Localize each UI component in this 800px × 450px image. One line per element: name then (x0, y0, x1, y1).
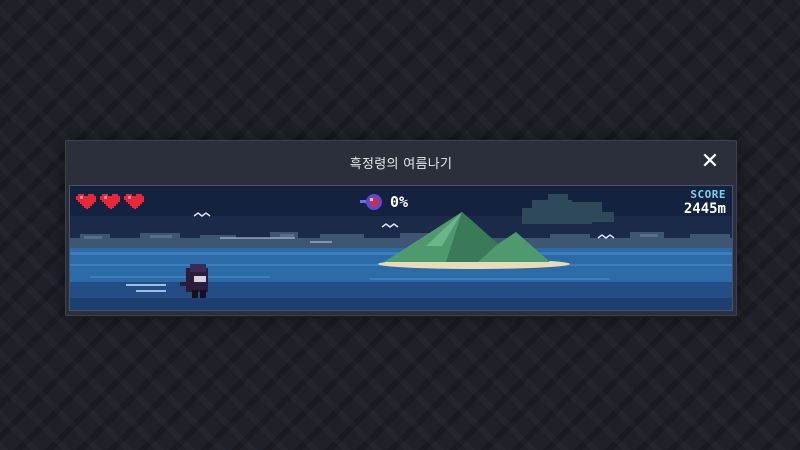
progress-percent: 0% (390, 193, 409, 211)
progress-display: 0% (358, 192, 408, 212)
score-display: SCORE 2445m (684, 188, 726, 217)
close-button[interactable]: ✕ (698, 150, 722, 174)
modal-title: 흑정령의 여름나기 (349, 156, 453, 172)
game-modal: 흑정령의 여름나기 ✕ 0% SCORE 2445m (65, 140, 737, 316)
game-canvas[interactable]: 0% SCORE 2445m (69, 185, 733, 311)
modal-header: 흑정령의 여름나기 ✕ (66, 141, 736, 183)
score-value: 2445m (683, 201, 726, 217)
orb-icon (360, 194, 382, 210)
horizon-clouds (70, 232, 732, 248)
lives-display (76, 192, 144, 209)
score-label: SCORE (690, 188, 726, 201)
sea-deeper (70, 298, 732, 310)
heart-icon (76, 194, 96, 209)
heart-icon (124, 194, 144, 209)
heart-icon (100, 194, 120, 209)
